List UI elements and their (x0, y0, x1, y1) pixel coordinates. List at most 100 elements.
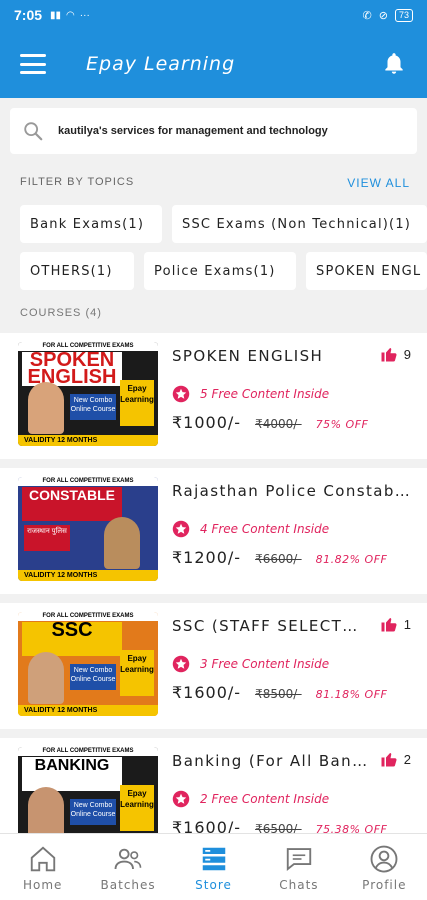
discount: 81.82% OFF (315, 553, 388, 566)
course-thumbnail: FOR ALL COMPETITIVE EXAMS SSC New Combo … (18, 612, 158, 716)
like-count[interactable]: 2 (379, 750, 411, 768)
thumbs-up-icon (381, 348, 397, 362)
store-icon (202, 847, 225, 871)
thumb-band: FOR ALL COMPETITIVE EXAMS (18, 477, 158, 486)
thumb-validity: VALIDITY 12 MONTHS (18, 570, 158, 581)
thumb-brand: Epay Learning (120, 380, 154, 426)
like-value: 2 (403, 751, 411, 767)
price-row: ₹1200/- ₹6600/- 81.82% OFF (172, 548, 387, 567)
nav-batches-label: Batches (100, 878, 156, 892)
free-content-label: 4 Free Content Inside (200, 522, 330, 536)
course-card-rajasthan-police[interactable]: FOR ALL COMPETITIVE EXAMS CONSTABLE राजस… (0, 468, 427, 594)
star-badge-icon (172, 655, 190, 673)
chip-bank-exams[interactable]: Bank Exams(1) (20, 205, 162, 243)
course-title: SPOKEN ENGLISH (172, 347, 324, 365)
price: ₹1600/- (172, 683, 242, 702)
chip-ssc-exams[interactable]: SSC Exams (Non Technical)(1) (172, 205, 427, 243)
menu-icon[interactable] (20, 54, 46, 74)
free-content-label: 5 Free Content Inside (200, 387, 330, 401)
thumb-person (28, 382, 64, 434)
bottom-nav: Home Batches Store Chats Profile (0, 833, 427, 900)
thumb-headline: CONSTABLE (22, 487, 122, 521)
nav-batches[interactable]: Batches (85, 834, 170, 900)
bell-icon[interactable] (381, 50, 407, 78)
price: ₹1200/- (172, 548, 242, 567)
search-icon (24, 122, 43, 141)
thumb-combo: New Combo Online Course (70, 394, 116, 420)
thumbs-up-icon (381, 753, 397, 767)
thumb-headline: SPOKEN ENGLISH (22, 350, 122, 387)
more-icon: ··· (79, 9, 90, 21)
like-count[interactable]: 9 (379, 345, 411, 363)
wifi-icon: ◠ (66, 9, 75, 21)
app-bar: Epay Learning (0, 30, 427, 98)
chip-spoken-english[interactable]: SPOKEN ENGL (306, 252, 427, 290)
thumb-headline: SSC (22, 620, 122, 656)
original-price: ₹4000/- (255, 417, 302, 431)
star-badge-icon (172, 790, 190, 808)
thumb-validity: VALIDITY 12 MONTHS (18, 435, 158, 446)
like-value: 9 (403, 346, 411, 362)
thumb-combo: New Combo Online Course (70, 799, 116, 825)
chip-police-exams[interactable]: Police Exams(1) (144, 252, 296, 290)
filter-title: FILTER BY TOPICS (20, 176, 135, 188)
app-title: Epay Learning (86, 53, 236, 75)
chat-icon (286, 848, 312, 871)
status-bar: 7:05 ▮▮ ◠ ··· ✆ ⊘ 73 (0, 0, 427, 30)
thumb-combo: New Combo Online Course (70, 664, 116, 690)
search-bar[interactable]: kautilya's services for management and t… (10, 108, 417, 154)
discount: 81.18% OFF (315, 688, 388, 701)
signal-icon: ▮▮ (50, 9, 62, 21)
nav-home-label: Home (22, 878, 63, 892)
courses-heading: COURSES (4) (20, 307, 102, 319)
nav-chats-label: Chats (279, 878, 319, 892)
mute-icon: ⊘ (378, 9, 388, 22)
course-card-ssc[interactable]: FOR ALL COMPETITIVE EXAMS SSC New Combo … (0, 603, 427, 729)
status-time: 7:05 (14, 7, 43, 23)
course-thumbnail: FOR ALL COMPETITIVE EXAMS SPOKEN ENGLISH… (18, 342, 158, 446)
nav-home[interactable]: Home (0, 834, 85, 900)
nav-store[interactable]: Store (171, 834, 256, 900)
thumb-person (28, 652, 64, 704)
filter-header: FILTER BY TOPICS VIEW ALL (20, 176, 410, 190)
search-input[interactable]: kautilya's services for management and t… (58, 125, 328, 137)
free-content-label: 2 Free Content Inside (200, 792, 330, 806)
free-content: 5 Free Content Inside (172, 385, 329, 403)
nav-profile-label: Profile (362, 878, 407, 892)
chip-others[interactable]: OTHERS(1) (20, 252, 134, 290)
course-card-spoken-english[interactable]: FOR ALL COMPETITIVE EXAMS SPOKEN ENGLISH… (0, 333, 427, 459)
original-price: ₹6600/- (255, 552, 302, 566)
status-icons: ▮▮ ◠ ··· (50, 10, 90, 21)
thumb-person (104, 517, 140, 569)
course-thumbnail: FOR ALL COMPETITIVE EXAMS CONSTABLE राजस… (18, 477, 158, 581)
star-badge-icon (172, 385, 190, 403)
thumbs-up-icon (381, 618, 397, 632)
free-content: 3 Free Content Inside (172, 655, 329, 673)
thumb-headline: BANKING (22, 757, 122, 791)
view-all-link[interactable]: VIEW ALL (347, 176, 410, 190)
price: ₹1000/- (172, 413, 242, 432)
course-title: Banking (For All Banks... (172, 752, 372, 770)
battery-icon: 73 (394, 8, 413, 22)
profile-icon (370, 845, 398, 873)
thumb-combo: राजस्थान पुलिस (24, 525, 70, 551)
course-title: SSC (STAFF SELECTIO... (172, 617, 362, 635)
free-content-label: 3 Free Content Inside (200, 657, 330, 671)
like-count[interactable]: 1 (379, 615, 411, 633)
nav-chats[interactable]: Chats (256, 834, 341, 900)
users-icon (114, 848, 142, 870)
thumb-person (28, 787, 64, 839)
discount: 75% OFF (315, 418, 369, 431)
thumb-band: FOR ALL COMPETITIVE EXAMS (18, 747, 158, 756)
nav-store-label: Store (195, 878, 232, 892)
like-value: 1 (403, 616, 411, 632)
nav-profile[interactable]: Profile (342, 834, 427, 900)
free-content: 4 Free Content Inside (172, 520, 329, 538)
price-row: ₹1600/- ₹8500/- 81.18% OFF (172, 683, 387, 702)
thumb-brand: Epay Learning (120, 785, 154, 831)
thumb-brand: Epay Learning (120, 650, 154, 696)
thumb-validity: VALIDITY 12 MONTHS (18, 705, 158, 716)
free-content: 2 Free Content Inside (172, 790, 329, 808)
price-row: ₹1000/- ₹4000/- 75% OFF (172, 413, 368, 432)
course-title: Rajasthan Police Constable (... (172, 482, 412, 500)
